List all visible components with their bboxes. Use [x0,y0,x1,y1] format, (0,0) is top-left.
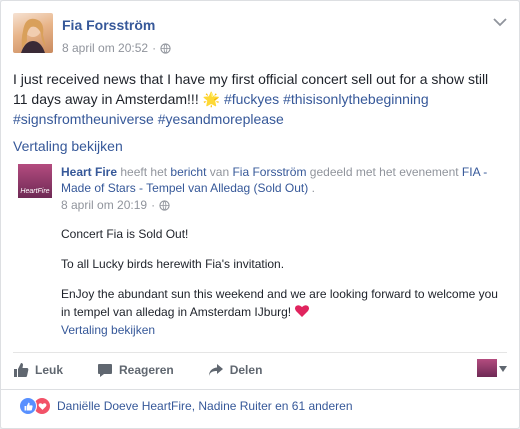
globe-icon[interactable] [160,42,171,54]
share-button[interactable]: Delen [208,359,263,381]
star-emoji: 🌟 [202,91,221,107]
comment-button[interactable]: Reageren [97,359,174,381]
share-header: Heart Fire heeft het bericht van Fia For… [61,164,511,196]
hashtag-link[interactable]: #thisisonlythebeginning [283,91,429,107]
shared-page-avatar[interactable]: HeartFire [18,164,52,198]
translate-link[interactable]: Vertaling bekijken [61,323,155,337]
action-bar: Leuk Reageren Delen [13,359,262,381]
divider [13,352,507,353]
original-author-link[interactable]: Fia Forsström [232,165,306,179]
comment-label: Reageren [119,363,174,377]
comment-icon [98,364,113,377]
reactions-text[interactable]: Daniëlle Doeve HeartFire, Nadine Ruiter … [57,399,353,413]
shared-paragraph-text: EnJoy the abundant sun this weekend and … [61,287,498,319]
like-label: Leuk [35,363,64,377]
shared-page-avatar-text: HeartFire [20,188,50,195]
shared-body: Concert Fia is Sold Out! To all Lucky bi… [61,225,506,333]
divider [1,389,519,390]
caret-down-icon[interactable] [499,366,507,372]
shared-paragraph: To all Lucky birds herewith Fia's invita… [61,257,285,271]
post-as-avatar[interactable] [477,359,497,377]
reactions-summary[interactable]: Daniëlle Doeve HeartFire, Nadine Ruiter … [19,397,353,415]
like-reaction-icon [19,397,37,415]
shared-meta: 8 april om 20:19 · [61,198,170,212]
post-card: Fia Forsström 8 april om 20:52 · I just … [0,0,520,429]
thumbs-up-icon [14,363,29,377]
share-text: . [308,181,315,195]
like-button[interactable]: Leuk [13,359,63,381]
share-text: gedeeld met het evenement [306,165,462,179]
translate-link[interactable]: Vertaling bekijken [13,138,123,154]
share-text: van [206,165,233,179]
post-meta: 8 april om 20:52 · [62,41,171,55]
chevron-down-icon[interactable] [493,17,507,27]
author-avatar[interactable] [13,13,53,53]
share-label: Delen [229,363,263,377]
reaction-icons [19,397,51,415]
author-name[interactable]: Fia Forsström [62,17,155,33]
shared-timestamp[interactable]: 8 april om 20:19 [61,198,147,212]
shared-paragraph: EnJoy the abundant sun this weekend and … [61,285,506,321]
share-arrow-icon [208,364,223,376]
hashtag-link[interactable]: #yesandmoreplease [158,111,284,127]
hashtag-link[interactable]: #fuckyes [224,91,279,107]
shared-paragraph: Concert Fia is Sold Out! [61,227,189,241]
post-body: I just received news that I have my firs… [13,69,503,129]
shared-post-link[interactable]: bericht [170,165,206,179]
heart-icon [295,305,310,317]
globe-icon[interactable] [159,199,170,211]
shared-page-name[interactable]: Heart Fire [61,165,117,179]
post-timestamp[interactable]: 8 april om 20:52 [62,41,148,55]
hashtag-link[interactable]: #signsfromtheuniverse [13,111,154,127]
share-text: heeft het [117,165,171,179]
